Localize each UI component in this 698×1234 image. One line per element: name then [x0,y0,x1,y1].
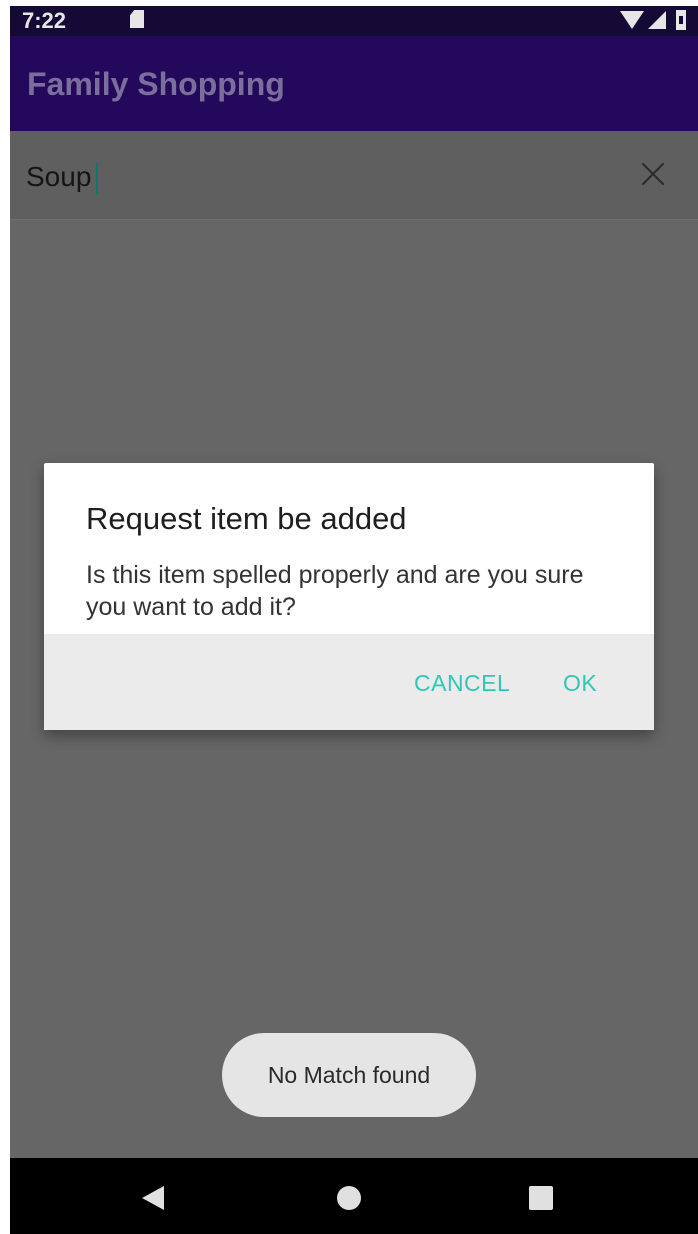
status-time: 7:22 [22,8,67,33]
toast-message: No Match found [222,1033,476,1117]
ok-button[interactable]: OK [563,670,597,697]
status-icons [620,9,686,31]
search-input[interactable] [26,161,586,193]
nav-bar [10,1158,698,1234]
app-bar: Family Shopping [10,36,698,131]
dialog-message: Is this item spelled properly and are yo… [86,561,584,621]
search-bar [10,131,698,220]
dialog-actions: CANCEL OK [44,634,654,730]
sd-card-icon [130,10,144,28]
request-item-dialog: Request item be added Is this item spell… [44,463,654,730]
battery-icon [676,10,686,30]
app-title: Family Shopping [27,66,285,102]
text-cursor [96,163,98,195]
status-bar: 7:22 [10,6,698,36]
back-icon[interactable] [142,1186,164,1210]
cancel-button[interactable]: CANCEL [414,670,510,697]
signal-icon [648,11,666,29]
recents-icon[interactable] [529,1186,553,1210]
dialog-title: Request item be added [86,501,407,536]
close-icon[interactable] [640,161,666,187]
home-icon[interactable] [337,1186,361,1210]
wifi-icon [620,11,644,29]
screen: 7:22 Family Shopping Request item be add… [10,6,698,1234]
